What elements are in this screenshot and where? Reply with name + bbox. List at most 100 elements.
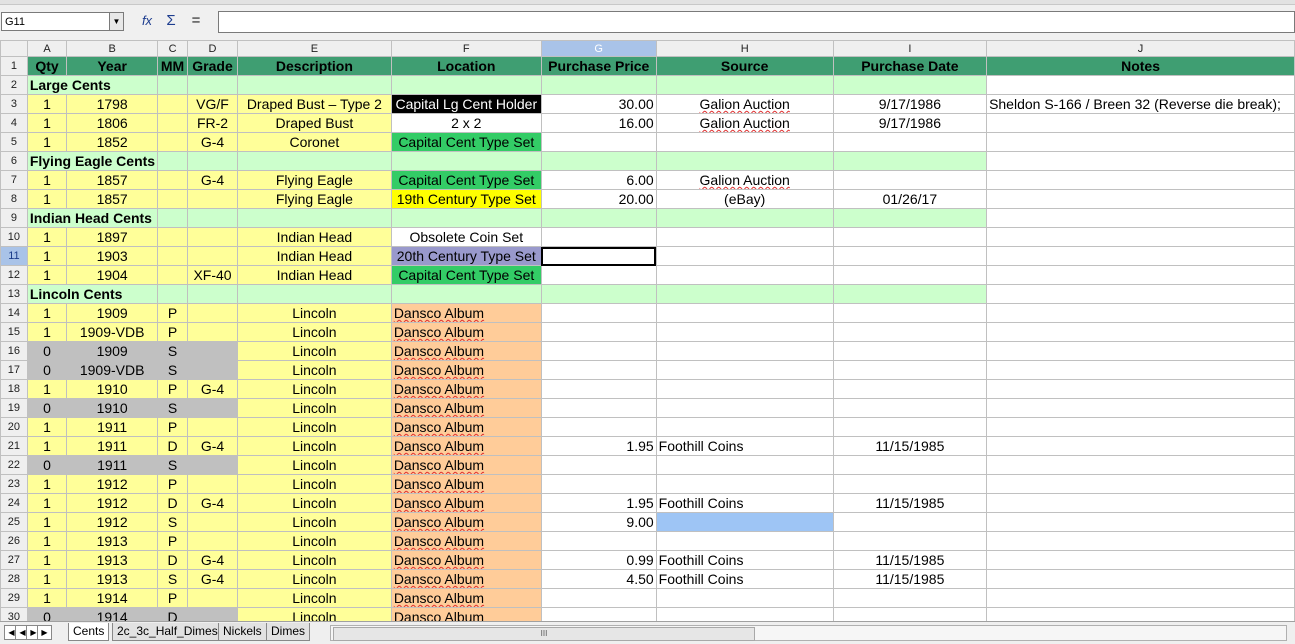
purchase-price-cell[interactable] <box>540 531 657 551</box>
purchase-date-cell[interactable] <box>832 341 988 361</box>
location-cell[interactable]: Dansco Album <box>390 360 542 380</box>
source-cell[interactable]: Foothill Coins <box>655 493 834 513</box>
year-cell[interactable]: 1857 <box>66 189 159 209</box>
grade-cell[interactable] <box>187 417 238 437</box>
year-cell[interactable]: 1913 <box>66 550 159 570</box>
purchase-price-cell[interactable] <box>540 360 657 380</box>
qty-cell[interactable]: 1 <box>26 303 68 323</box>
description-cell[interactable]: Lincoln <box>236 417 392 437</box>
year-cell[interactable]: 1857 <box>66 170 159 190</box>
purchase-price-cell[interactable] <box>540 322 657 342</box>
column-header-a[interactable]: A <box>26 40 68 57</box>
row-header[interactable]: 6 <box>0 151 28 171</box>
purchase-price-cell[interactable] <box>540 474 657 494</box>
source-cell[interactable] <box>655 379 834 399</box>
source-cell[interactable] <box>655 417 834 437</box>
purchase-price-cell[interactable] <box>540 132 657 152</box>
description-cell[interactable]: Lincoln <box>236 341 392 361</box>
mint-mark-cell[interactable] <box>157 227 189 247</box>
purchase-price-cell[interactable]: 6.00 <box>540 170 657 190</box>
scrollbar-thumb[interactable]: III <box>333 627 755 641</box>
grade-cell[interactable] <box>187 531 238 551</box>
last-sheet-icon[interactable]: ▶ <box>37 625 52 640</box>
row-header[interactable]: 8 <box>0 189 28 209</box>
column-header-d[interactable]: D <box>187 40 238 57</box>
source-cell[interactable] <box>655 246 834 266</box>
row-header[interactable]: 15 <box>0 322 28 342</box>
qty-cell[interactable]: 1 <box>26 569 68 589</box>
year-cell[interactable]: 1798 <box>66 94 159 114</box>
purchase-price-cell[interactable]: 1.95 <box>540 436 657 456</box>
year-cell[interactable]: 1852 <box>66 132 159 152</box>
mint-mark-cell[interactable]: P <box>157 417 189 437</box>
mint-mark-cell[interactable] <box>157 265 189 285</box>
source-cell[interactable]: Foothill Coins <box>655 569 834 589</box>
purchase-date-cell[interactable]: 11/15/1985 <box>832 550 988 570</box>
mint-mark-cell[interactable]: P <box>157 474 189 494</box>
description-cell[interactable]: Lincoln <box>236 588 392 608</box>
column-header-j[interactable]: J <box>986 40 1295 57</box>
purchase-price-cell[interactable] <box>540 398 657 418</box>
row-header[interactable]: 10 <box>0 227 28 247</box>
qty-cell[interactable]: 1 <box>26 189 68 209</box>
grade-cell[interactable] <box>187 474 238 494</box>
name-box[interactable]: G11 <box>1 12 111 31</box>
sheet-tab-dimes[interactable]: Dimes <box>266 623 311 641</box>
location-cell[interactable]: Capital Cent Type Set <box>390 132 542 152</box>
purchase-price-cell[interactable]: 4.50 <box>540 569 657 589</box>
mint-mark-cell[interactable] <box>157 170 189 190</box>
category-fill-cell[interactable] <box>157 208 189 228</box>
grade-cell[interactable] <box>187 398 238 418</box>
row-header[interactable]: 21 <box>0 436 28 456</box>
description-cell[interactable]: Flying Eagle <box>236 189 392 209</box>
purchase-date-cell[interactable] <box>832 227 988 247</box>
category-fill-cell[interactable] <box>236 75 392 95</box>
row-header[interactable]: 25 <box>0 512 28 532</box>
qty-cell[interactable]: 1 <box>26 265 68 285</box>
mint-mark-cell[interactable] <box>157 189 189 209</box>
description-cell[interactable]: Lincoln <box>236 436 392 456</box>
purchase-date-cell[interactable] <box>832 531 988 551</box>
category-fill-cell[interactable] <box>390 151 542 171</box>
description-cell[interactable]: Flying Eagle <box>236 170 392 190</box>
notes-cell[interactable] <box>986 113 1295 133</box>
mint-mark-cell[interactable] <box>157 246 189 266</box>
purchase-price-cell[interactable] <box>540 417 657 437</box>
purchase-date-cell[interactable] <box>832 474 988 494</box>
notes-cell[interactable] <box>986 227 1295 247</box>
purchase-date-cell[interactable] <box>832 417 988 437</box>
location-cell[interactable]: Dansco Album <box>390 550 542 570</box>
grade-cell[interactable] <box>187 455 238 475</box>
location-cell[interactable]: Dansco Album <box>390 588 542 608</box>
source-cell[interactable] <box>655 531 834 551</box>
row-header[interactable]: 28 <box>0 569 28 589</box>
source-cell[interactable] <box>655 265 834 285</box>
grade-cell[interactable]: XF-40 <box>187 265 238 285</box>
description-cell[interactable]: Draped Bust <box>236 113 392 133</box>
sum-icon[interactable]: Σ <box>161 11 181 31</box>
location-cell[interactable]: Dansco Album <box>390 474 542 494</box>
notes-cell[interactable] <box>986 569 1295 589</box>
mint-mark-cell[interactable]: P <box>157 322 189 342</box>
notes-cell[interactable] <box>986 151 1295 171</box>
row-header[interactable]: 11 <box>0 246 28 266</box>
notes-cell[interactable] <box>986 512 1295 532</box>
category-fill-cell[interactable] <box>236 151 392 171</box>
category-fill-cell[interactable] <box>832 151 988 171</box>
year-cell[interactable]: 1911 <box>66 436 159 456</box>
row-header[interactable]: 24 <box>0 493 28 513</box>
notes-cell[interactable] <box>986 550 1295 570</box>
grade-cell[interactable]: G-4 <box>187 569 238 589</box>
location-cell[interactable]: Dansco Album <box>390 341 542 361</box>
column-header-g[interactable]: G <box>540 40 657 57</box>
description-cell[interactable]: Lincoln <box>236 455 392 475</box>
row-header[interactable]: 12 <box>0 265 28 285</box>
location-cell[interactable]: Capital Cent Type Set <box>390 265 542 285</box>
notes-cell[interactable] <box>986 455 1295 475</box>
equals-icon[interactable]: = <box>186 11 206 31</box>
category-fill-cell[interactable] <box>157 151 189 171</box>
qty-cell[interactable]: 0 <box>26 360 68 380</box>
purchase-price-cell[interactable] <box>540 227 657 247</box>
mint-mark-cell[interactable]: P <box>157 379 189 399</box>
category-fill-cell[interactable] <box>540 208 657 228</box>
